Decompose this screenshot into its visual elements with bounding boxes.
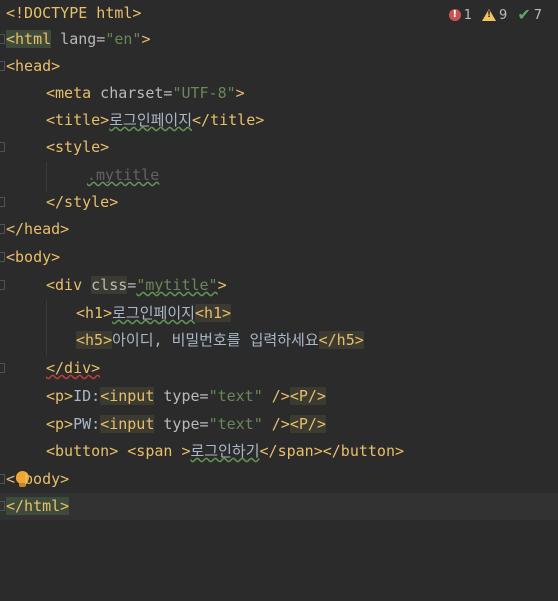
id-label-text: ID: bbox=[73, 387, 101, 405]
head-close-tag: </head> bbox=[6, 220, 70, 238]
body-open-tag: <body> bbox=[6, 248, 61, 266]
span-open-tag: <span > bbox=[118, 442, 191, 460]
style-close-tag: </style> bbox=[46, 193, 119, 211]
html-close-tag: </html> bbox=[6, 497, 70, 515]
code-line-16[interactable]: <p>PW:<input type="text" /><P/> bbox=[0, 411, 558, 438]
html-open-tag: <html bbox=[6, 30, 52, 48]
self-close: /> bbox=[262, 415, 290, 433]
code-line-8[interactable]: </style> bbox=[0, 189, 558, 216]
fold-marker[interactable] bbox=[0, 224, 5, 234]
code-line-15[interactable]: <p>ID:<input type="text" /><P/> bbox=[0, 383, 558, 410]
fold-marker[interactable] bbox=[0, 61, 5, 71]
p-open-tag: <p> bbox=[46, 387, 74, 405]
warnings-indicator[interactable]: ! 9 bbox=[482, 8, 507, 23]
h1-bad-close-tag: <h1> bbox=[194, 304, 232, 322]
attribute-name: clss bbox=[91, 276, 128, 294]
code-line-4[interactable]: <meta charset="UTF-8"> bbox=[0, 80, 558, 107]
equals-sign: = bbox=[127, 276, 137, 294]
h1-open-tag: <h1> bbox=[76, 304, 113, 322]
tag-bracket: > bbox=[217, 276, 227, 294]
fold-marker[interactable] bbox=[0, 252, 5, 262]
code-line-14[interactable]: </div> bbox=[0, 355, 558, 382]
p-bad-close-tag: <P/> bbox=[289, 387, 326, 405]
fold-marker[interactable] bbox=[0, 34, 5, 44]
code-line-12[interactable]: <h1>로그인페이지<h1> bbox=[0, 300, 558, 327]
warnings-count: 9 bbox=[499, 7, 508, 23]
meta-tag: <meta bbox=[46, 84, 92, 102]
doctype: <!DOCTYPE html> bbox=[6, 4, 142, 22]
self-close: /> bbox=[262, 387, 290, 405]
h5-text: 아이디, 비밀번호를 입력하세요 bbox=[112, 331, 319, 349]
attribute-value: "mytitle" bbox=[136, 276, 218, 294]
title-open-tag: <title> bbox=[46, 111, 110, 129]
fold-marker[interactable] bbox=[0, 363, 5, 373]
fold-marker[interactable] bbox=[0, 142, 5, 152]
weak-warnings-count: 7 bbox=[533, 7, 542, 23]
code-line-2[interactable]: <html lang="en"> bbox=[0, 26, 558, 53]
attribute-value: "text" bbox=[208, 415, 263, 433]
code-line-19-current[interactable]: </html> bbox=[0, 493, 558, 520]
fold-marker[interactable] bbox=[0, 197, 5, 207]
attribute-value: "UTF-8" bbox=[172, 84, 236, 102]
attribute-name: charset= bbox=[91, 84, 173, 102]
closing-tags: </span></button> bbox=[259, 442, 405, 460]
code-line-3[interactable]: <head> bbox=[0, 53, 558, 80]
style-open-tag: <style> bbox=[46, 138, 110, 156]
p-bad-close-tag: <P/> bbox=[289, 415, 326, 433]
fold-marker[interactable] bbox=[0, 280, 5, 290]
body-close-bracket: < bbox=[6, 470, 16, 488]
p-open-tag: <p> bbox=[46, 415, 74, 433]
tag-bracket: > bbox=[235, 84, 245, 102]
attribute-name: type= bbox=[154, 387, 209, 405]
input-tag: <input bbox=[100, 387, 155, 405]
code-editor[interactable]: <!DOCTYPE html> ! 1 ! 9 ✔ 7 <html lang="… bbox=[0, 0, 558, 555]
attribute-name: lang= bbox=[51, 30, 106, 48]
inspection-widget[interactable]: ! 1 ! 9 ✔ 7 bbox=[448, 4, 542, 26]
tag-bracket: > bbox=[141, 30, 151, 48]
button-text: 로그인하기 bbox=[190, 442, 260, 460]
warning-icon: ! bbox=[482, 9, 497, 21]
attribute-name: type= bbox=[154, 415, 209, 433]
head-open-tag: <head> bbox=[6, 57, 61, 75]
code-line-6[interactable]: <style> bbox=[0, 134, 558, 161]
code-line-5[interactable]: <title>로그인페이지</title> bbox=[0, 107, 558, 134]
errors-indicator[interactable]: ! 1 bbox=[448, 7, 473, 23]
h5-open-tag: <h5> bbox=[76, 331, 113, 349]
div-open-tag: <div bbox=[46, 276, 83, 294]
attribute-value: "text" bbox=[208, 387, 263, 405]
title-close-tag: </title> bbox=[192, 111, 265, 129]
checkmark-icon: ✔ bbox=[517, 5, 531, 24]
code-line-18[interactable]: < body> bbox=[0, 466, 558, 493]
code-line-9[interactable]: </head> bbox=[0, 216, 558, 243]
code-line-11[interactable]: <div clss="mytitle"> bbox=[0, 272, 558, 299]
fold-marker[interactable] bbox=[0, 474, 5, 484]
pw-label-text: PW: bbox=[73, 415, 101, 433]
button-open-tag: <button> bbox=[46, 442, 119, 460]
h5-close-tag: </h5> bbox=[318, 331, 364, 349]
input-tag: <input bbox=[100, 415, 155, 433]
code-line-13[interactable]: <h5>아이디, 비밀번호를 입력하세요</h5> bbox=[0, 327, 558, 354]
body-close-tag: body> bbox=[24, 470, 70, 488]
errors-count: 1 bbox=[463, 7, 473, 23]
error-icon: ! bbox=[448, 9, 461, 21]
h1-text: 로그인페이지 bbox=[112, 304, 195, 322]
fold-marker[interactable] bbox=[0, 501, 5, 511]
div-close-tag: </div> bbox=[46, 359, 101, 377]
code-line-10[interactable]: <body> bbox=[0, 244, 558, 271]
weak-warnings-indicator[interactable]: ✔ 7 bbox=[517, 5, 542, 24]
attribute-value: "en" bbox=[105, 30, 142, 48]
code-line-17[interactable]: <button> <span >로그인하기</span></button> bbox=[0, 438, 558, 465]
css-selector: .mytitle bbox=[87, 166, 160, 184]
title-text: 로그인페이지 bbox=[109, 111, 193, 129]
code-line-7[interactable]: .mytitle bbox=[0, 162, 558, 189]
